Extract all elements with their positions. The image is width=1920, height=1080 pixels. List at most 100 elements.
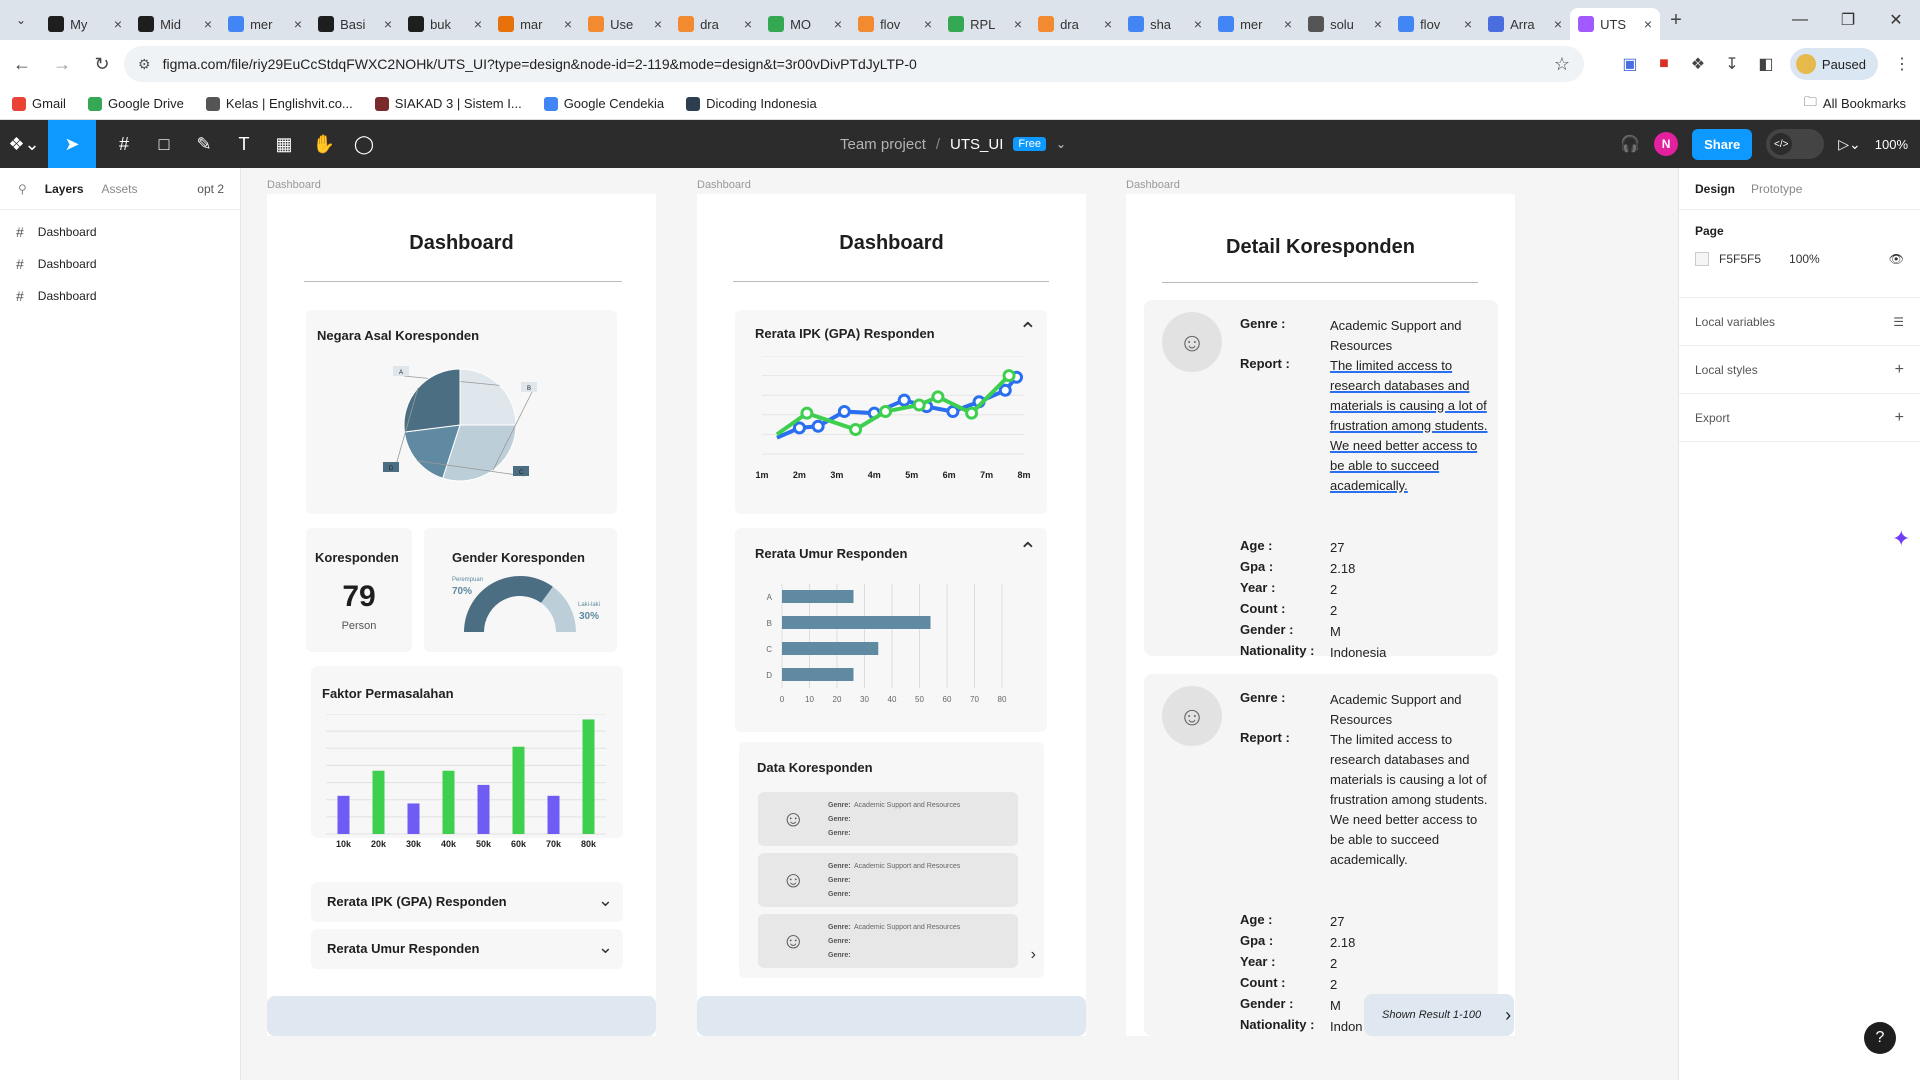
move-tool-icon[interactable]: ➤ — [48, 120, 96, 168]
shape-tool-icon[interactable]: □ — [144, 120, 184, 168]
bookmark-item[interactable]: Google Cendekia — [543, 96, 664, 111]
extensions-icon[interactable]: ❖ — [1688, 54, 1708, 74]
docs-extension-icon[interactable]: ▣ — [1620, 54, 1640, 74]
more-menu-icon[interactable]: ⋮ — [1892, 54, 1912, 74]
close-tab-icon[interactable]: × — [204, 16, 212, 32]
user-avatar[interactable]: N — [1654, 132, 1679, 156]
frame-label[interactable]: Dashboard — [697, 179, 751, 191]
file-menu-chevron-icon[interactable]: ⌄ — [1056, 137, 1066, 151]
local-variables-section[interactable]: Local variables ☰ — [1679, 298, 1920, 346]
layer-item[interactable]: # Dashboard — [0, 280, 240, 312]
browser-tab[interactable]: Basi × — [310, 8, 400, 40]
close-tab-icon[interactable]: × — [1374, 16, 1382, 32]
browser-tab[interactable]: buk × — [400, 8, 490, 40]
respondent-detail-card[interactable]: ☺ Genre : Academic Support and Resources… — [1144, 300, 1498, 660]
chevron-right-icon[interactable]: › — [1505, 1005, 1511, 1026]
accordion-umur[interactable]: Rerata Umur Responden ⌄ — [311, 929, 623, 969]
restore-button[interactable]: ❐ — [1824, 0, 1872, 40]
eye-icon[interactable]: 👁 — [1889, 252, 1904, 266]
all-bookmarks[interactable]: 🗀 All Bookmarks — [1804, 93, 1906, 115]
bookmark-item[interactable]: Kelas | Englishvit.co... — [205, 96, 353, 111]
add-export-icon[interactable]: + — [1895, 409, 1904, 427]
browser-tab[interactable]: RPL × — [940, 8, 1030, 40]
figma-menu-icon[interactable]: ❖⌄ — [0, 120, 48, 168]
respondent-row[interactable]: ☺ Genre: Academic Support and Resources … — [758, 853, 1018, 907]
zoom-level[interactable]: 100% — [1875, 137, 1908, 152]
browser-tab[interactable]: Arra × — [1480, 8, 1570, 40]
close-tab-icon[interactable]: × — [1284, 16, 1292, 32]
browser-tab[interactable]: dra × — [670, 8, 760, 40]
respondent-detail-card[interactable]: ☺ Genre : Academic Support and Resources… — [1144, 674, 1498, 1036]
browser-tab[interactable]: Use × — [580, 8, 670, 40]
tab-layers[interactable]: Layers — [45, 182, 84, 196]
pen-tool-icon[interactable]: ✎ — [184, 120, 224, 168]
hand-tool-icon[interactable]: ✋ — [304, 120, 344, 168]
page-opacity-value[interactable]: 100% — [1789, 252, 1820, 266]
accordion-ipk[interactable]: Rerata IPK (GPA) Responden ⌄ — [311, 882, 623, 922]
browser-tab[interactable]: Mid × — [130, 8, 220, 40]
browser-tab[interactable]: mer × — [220, 8, 310, 40]
respondent-row[interactable]: ☺ Genre: Academic Support and Resources … — [758, 914, 1018, 968]
file-name[interactable]: UTS_UI — [950, 136, 1003, 153]
chevron-right-icon[interactable]: › — [1031, 946, 1036, 964]
export-section[interactable]: Export + — [1679, 394, 1920, 442]
frame-label[interactable]: Dashboard — [267, 179, 321, 191]
browser-tab[interactable]: flov × — [1390, 8, 1480, 40]
page-fill-row[interactable]: F5F5F5 100% 👁 — [1695, 252, 1904, 266]
pdf-extension-icon[interactable]: ■ — [1654, 54, 1674, 74]
browser-tab[interactable]: My × — [40, 8, 130, 40]
close-tab-icon[interactable]: × — [384, 16, 392, 32]
browser-tab[interactable]: solu × — [1300, 8, 1390, 40]
page-color-value[interactable]: F5F5F5 — [1719, 252, 1761, 266]
close-tab-icon[interactable]: × — [474, 16, 482, 32]
back-button[interactable]: ← — [4, 46, 40, 82]
present-play-icon[interactable]: ▷⌄ — [1838, 136, 1861, 153]
search-icon[interactable]: ⚲ — [18, 182, 27, 196]
browser-tab[interactable]: sha × — [1120, 8, 1210, 40]
pagination-bar[interactable]: Shown Result 1-100 › — [1364, 994, 1514, 1036]
browser-tab[interactable]: flov × — [850, 8, 940, 40]
add-style-icon[interactable]: + — [1895, 361, 1904, 379]
close-tab-icon[interactable]: × — [294, 16, 302, 32]
browser-tab[interactable]: mar × — [490, 8, 580, 40]
chevron-up-icon[interactable]: ⌃ — [1019, 318, 1037, 344]
close-tab-icon[interactable]: × — [114, 16, 122, 32]
comment-tool-icon[interactable]: ◯ — [344, 120, 384, 168]
url-bar[interactable]: ⚙ figma.com/file/riy29EuCcStdqFWXC2NOHk/… — [124, 46, 1584, 82]
close-tab-icon[interactable]: × — [654, 16, 662, 32]
browser-tab[interactable]: UTS × — [1570, 8, 1661, 40]
bookmark-item[interactable]: SIAKAD 3 | Sistem I... — [374, 96, 522, 111]
bookmark-item[interactable]: Google Drive — [87, 96, 184, 111]
variables-settings-icon[interactable]: ☰ — [1893, 315, 1904, 329]
new-tab-button[interactable]: + — [1670, 9, 1682, 32]
browser-tab[interactable]: mer × — [1210, 8, 1300, 40]
close-tab-icon[interactable]: × — [834, 16, 842, 32]
page-selector[interactable]: opt 2 — [197, 182, 224, 196]
browser-tab[interactable]: dra × — [1030, 8, 1120, 40]
close-window-button[interactable]: ✕ — [1872, 0, 1920, 40]
close-tab-icon[interactable]: × — [1554, 16, 1562, 32]
profile-paused-button[interactable]: Paused — [1789, 48, 1878, 80]
chevron-down-icon[interactable]: ⌄ — [598, 937, 613, 958]
local-styles-section[interactable]: Local styles + — [1679, 346, 1920, 394]
download-icon[interactable]: ↧ — [1722, 54, 1742, 74]
minimize-button[interactable]: — — [1776, 0, 1824, 40]
frame-label[interactable]: Dashboard — [1126, 179, 1180, 191]
tab-search-icon[interactable]: ⌄ — [16, 13, 26, 27]
tab-assets[interactable]: Assets — [102, 182, 138, 196]
close-tab-icon[interactable]: × — [1644, 16, 1652, 32]
frame-tool-icon[interactable]: # — [104, 120, 144, 168]
chevron-up-icon[interactable]: ⌃ — [1019, 538, 1037, 564]
close-tab-icon[interactable]: × — [744, 16, 752, 32]
close-tab-icon[interactable]: × — [1194, 16, 1202, 32]
share-button[interactable]: Share — [1692, 128, 1753, 160]
close-tab-icon[interactable]: × — [1464, 16, 1472, 32]
close-tab-icon[interactable]: × — [924, 16, 932, 32]
page-color-swatch[interactable] — [1695, 252, 1709, 266]
ai-sparkle-icon[interactable]: ✦ — [1892, 526, 1910, 552]
close-tab-icon[interactable]: × — [564, 16, 572, 32]
browser-tab[interactable]: MO × — [760, 8, 850, 40]
reload-button[interactable]: ↻ — [84, 46, 120, 82]
resources-tool-icon[interactable]: ▦ — [264, 120, 304, 168]
layer-item[interactable]: # Dashboard — [0, 216, 240, 248]
